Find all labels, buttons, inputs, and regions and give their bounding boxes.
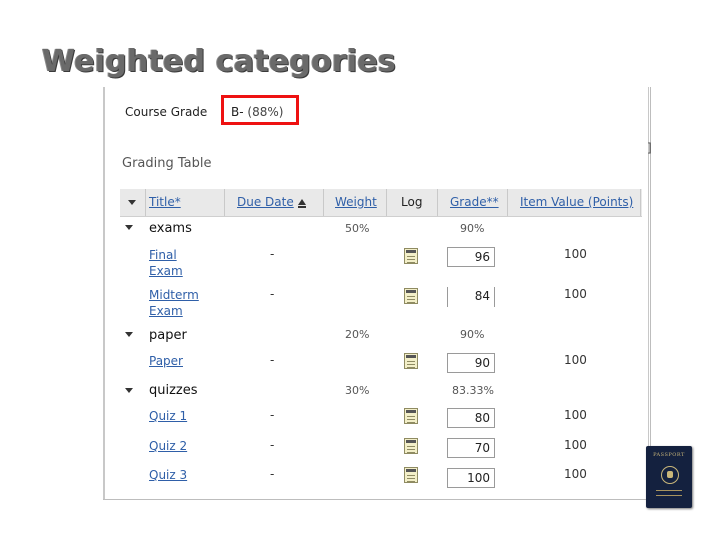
header-divider [224, 189, 225, 216]
slide-title: Weighted categories [42, 44, 396, 79]
item-points: 100 [564, 287, 587, 301]
collapse-paper-icon[interactable] [125, 332, 133, 337]
collapse-exams-icon[interactable] [125, 225, 133, 230]
header-divider [640, 189, 641, 216]
course-grade-value: B- (88%) [231, 105, 283, 119]
header-divider [437, 189, 438, 216]
collapse-all-icon[interactable] [128, 200, 136, 205]
category-name-exams: exams [149, 221, 192, 236]
item-points: 100 [564, 467, 587, 481]
header-divider [386, 189, 387, 216]
score-input[interactable]: 100 [447, 468, 495, 488]
item-title-line[interactable]: Quiz 2 [149, 438, 187, 454]
passport-seal-icon [661, 466, 679, 484]
log-icon[interactable] [404, 248, 418, 264]
log-icon[interactable] [404, 288, 418, 304]
header-item-value[interactable]: Item Value (Points) [520, 195, 633, 209]
log-icon[interactable] [404, 408, 418, 424]
course-grade-letter: B- [231, 105, 244, 119]
header-divider [145, 189, 146, 216]
course-grade-label: Course Grade [125, 105, 208, 119]
item-title-line[interactable]: Midterm [149, 287, 199, 303]
header-divider [323, 189, 324, 216]
grading-table-header: Title* Due Date Weight Log Grade** Item … [120, 189, 642, 217]
collapse-quizzes-icon[interactable] [125, 388, 133, 393]
score-input[interactable]: 96 [447, 247, 495, 267]
due-date: - [270, 287, 275, 301]
category-grade-quizzes: 83.33% [452, 384, 494, 397]
category-name-paper: paper [149, 328, 187, 343]
score-input[interactable]: 80 [447, 408, 495, 428]
score-input[interactable]: 90 [447, 353, 495, 373]
item-link-midterm-exam[interactable]: Midterm Exam [149, 287, 199, 319]
passport-image: PASSPORT [646, 446, 692, 508]
score-input[interactable]: 84 [447, 287, 495, 307]
sort-ascending-icon [297, 199, 306, 208]
log-icon[interactable] [404, 467, 418, 483]
due-date: - [270, 247, 275, 261]
passport-cover-text: PASSPORT [653, 452, 685, 458]
item-title-line[interactable]: Final [149, 247, 183, 263]
edge-mark: ] [647, 141, 652, 155]
item-link-final-exam[interactable]: Final Exam [149, 247, 183, 279]
item-title-line[interactable]: Paper [149, 353, 183, 369]
category-name-quizzes: quizzes [149, 383, 198, 398]
category-weight-exams: 50% [345, 222, 370, 235]
category-grade-paper: 90% [460, 328, 485, 341]
item-title-line[interactable]: Exam [149, 303, 199, 319]
item-link-quiz-2[interactable]: Quiz 2 [149, 438, 187, 454]
category-weight-quizzes: 30% [345, 384, 370, 397]
item-title-line[interactable]: Quiz 3 [149, 467, 187, 483]
item-points: 100 [564, 353, 587, 367]
item-points: 100 [564, 408, 587, 422]
due-date: - [270, 467, 275, 481]
due-date: - [270, 408, 275, 422]
item-link-quiz-3[interactable]: Quiz 3 [149, 467, 187, 483]
item-points: 100 [564, 247, 587, 261]
header-due-date[interactable]: Due Date [237, 195, 306, 209]
course-grade-percent: (88%) [247, 105, 284, 119]
header-divider [507, 189, 508, 216]
log-icon[interactable] [404, 353, 418, 369]
passport-line [656, 490, 682, 491]
header-title[interactable]: Title* [149, 195, 181, 209]
header-due-date-label[interactable]: Due Date [237, 195, 294, 209]
screenshot-left-edge [103, 87, 105, 499]
due-date: - [270, 438, 275, 452]
grading-table-title: Grading Table [122, 156, 212, 171]
item-points: 100 [564, 438, 587, 452]
item-title-line[interactable]: Exam [149, 263, 183, 279]
item-link-paper[interactable]: Paper [149, 353, 183, 369]
item-link-quiz-1[interactable]: Quiz 1 [149, 408, 187, 424]
header-grade[interactable]: Grade** [450, 195, 499, 209]
passport-line [656, 495, 682, 496]
category-grade-exams: 90% [460, 222, 485, 235]
header-weight[interactable]: Weight [335, 195, 377, 209]
due-date: - [270, 353, 275, 367]
item-title-line[interactable]: Quiz 1 [149, 408, 187, 424]
category-weight-paper: 20% [345, 328, 370, 341]
header-log: Log [401, 195, 423, 209]
score-input[interactable]: 70 [447, 438, 495, 458]
log-icon[interactable] [404, 438, 418, 454]
